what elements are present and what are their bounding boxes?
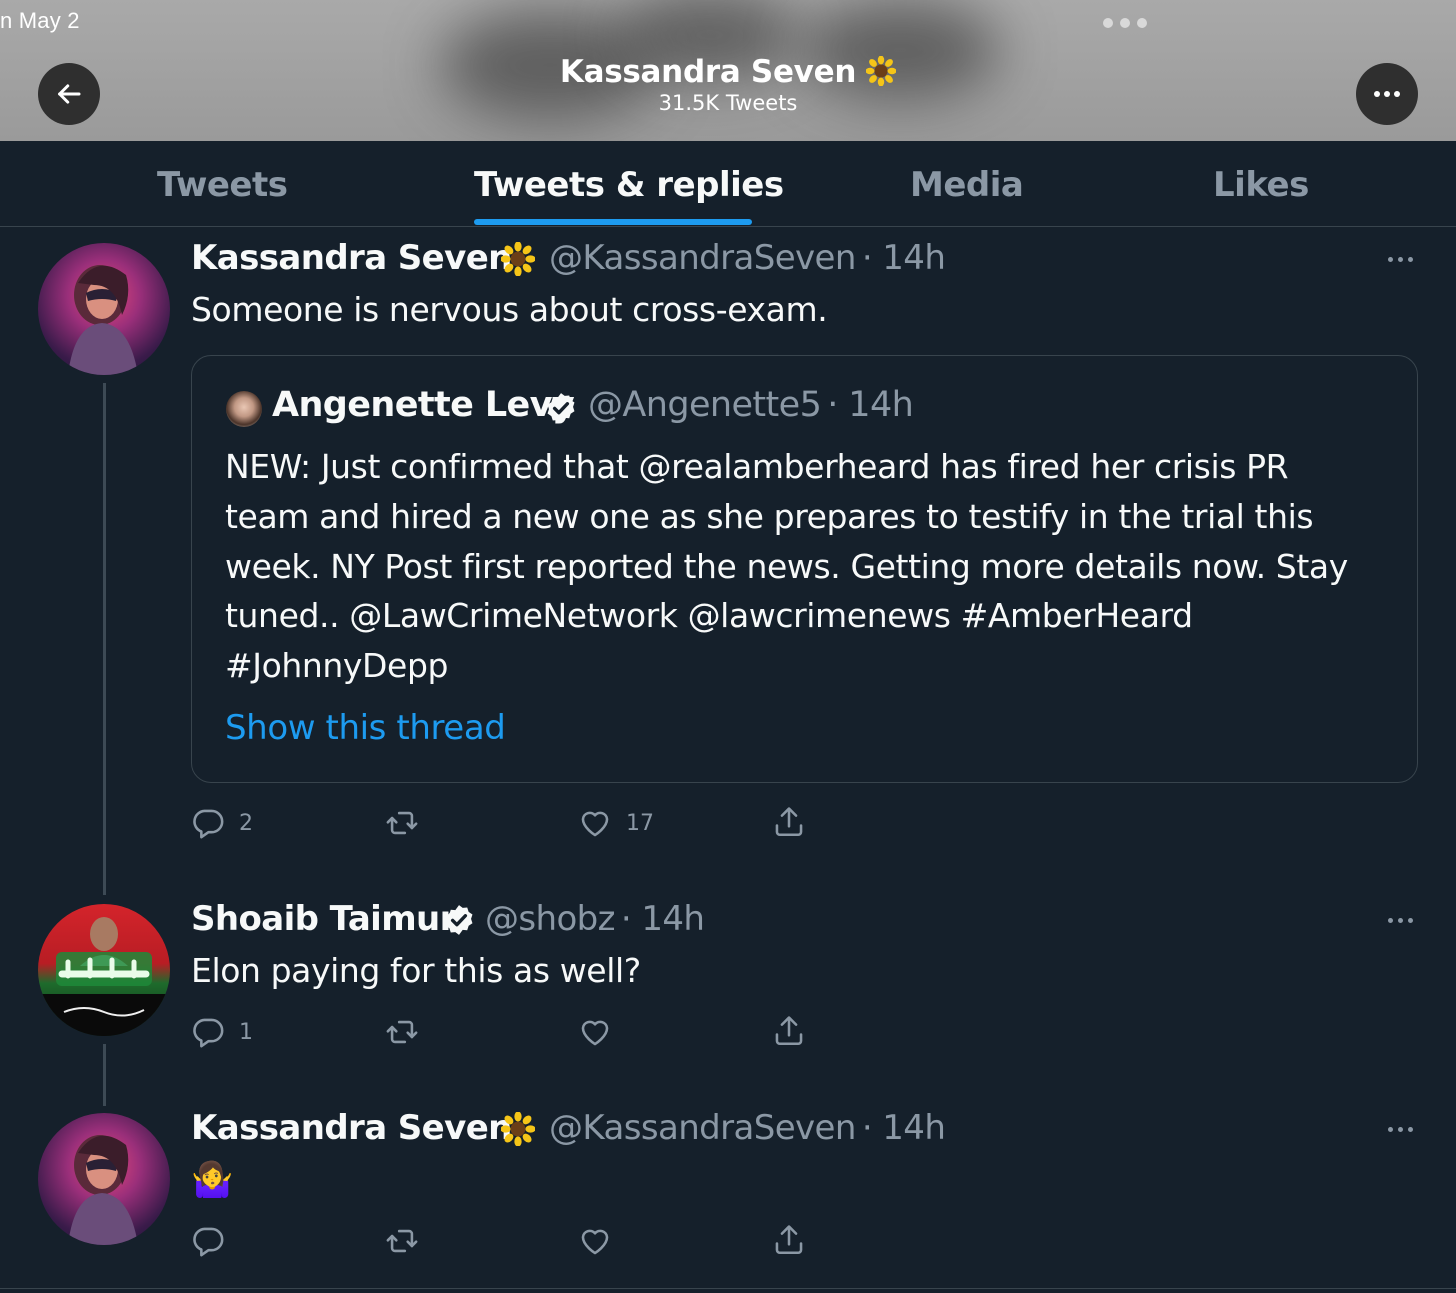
like-button[interactable]: 17 [578,806,654,840]
reply-icon [191,1015,225,1049]
avatar-illustration [68,1135,138,1245]
avatar[interactable] [38,1113,170,1245]
share-icon [772,1223,806,1257]
status-bar-date: n May 2 [0,8,80,33]
tweet-text: Someone is nervous about cross-exam. [191,290,828,329]
tab-likes[interactable]: Likes [1213,165,1309,205]
quote-text-line: week. NY Post first reported the news. G… [225,547,1348,586]
author-handle[interactable]: @KassandraSeven · 14h [549,1108,946,1148]
profile-header: n May 2 Kassandra Seven 31.5K Tweets [0,0,1456,141]
reply-button[interactable] [191,1224,225,1258]
quote-author-name: Angenette Levy [272,385,575,425]
share-icon [772,805,806,839]
retweet-button[interactable] [384,1224,420,1258]
profile-title: Kassandra Seven [0,54,1456,90]
author-name[interactable]: Kassandra Seven [191,238,512,278]
verified-badge-icon [442,903,476,937]
reply-button[interactable]: 1 [191,1015,253,1049]
more-options-button[interactable] [1356,63,1418,125]
share-icon [772,1014,806,1048]
share-button[interactable] [772,1223,806,1257]
handle-text: @shobz [485,899,616,939]
verified-badge-icon [544,391,578,425]
author-name[interactable]: Kassandra Seven [191,1108,512,1148]
heart-icon [578,1224,612,1258]
retweet-button[interactable] [384,1015,420,1049]
sunflower-icon [501,1112,535,1146]
tweet-time: · 14h [861,238,946,278]
show-thread-link[interactable]: Show this thread [225,708,506,748]
reply-count: 1 [239,1019,253,1045]
handle-text: @KassandraSeven [549,1108,856,1148]
avatar-illustration [38,917,170,1036]
like-button[interactable] [578,1015,612,1049]
quote-text-line: NEW: Just confirmed that @realamberheard… [225,447,1289,486]
heart-icon [578,806,612,840]
sunflower-icon [866,56,896,86]
author-handle[interactable]: @KassandraSeven · 14h [549,238,946,278]
quote-handle-text: @Angenette5 [588,385,822,425]
quote-text-line: tuned.. @LawCrimeNetwork @lawcrimenews #… [225,596,1193,635]
avatar[interactable] [38,904,170,1036]
tweet-count: 31.5K Tweets [658,91,798,115]
reply-count: 2 [239,810,253,836]
tweet-time: · 14h [620,899,705,939]
like-button[interactable] [578,1224,612,1258]
reply-button[interactable]: 2 [191,806,253,840]
reply-icon [191,806,225,840]
profile-tabs: Tweets Tweets & replies Media Likes [0,141,1456,227]
tweet-time: · 14h [861,1108,946,1148]
quote-time: · 14h [827,385,914,425]
retweet-button[interactable] [384,806,420,840]
active-tab-indicator [474,219,752,225]
like-count: 17 [626,810,654,836]
tab-tweets-and-replies[interactable]: Tweets & replies [474,165,784,205]
quoted-tweet[interactable]: Angenette Levy @Angenette5 · 14h NEW: Jus… [191,355,1418,783]
share-button[interactable] [772,805,806,839]
tweet-more-icon[interactable] [1388,257,1413,262]
quote-author-handle: @Angenette5 · 14h [588,385,914,425]
quote-text-line: #JohnnyDepp [225,646,449,685]
quote-avatar [226,391,262,427]
thread-connector [103,1044,106,1106]
tweet-text: 🤷‍♀️ [191,1160,233,1200]
tab-tweets[interactable]: Tweets [157,165,288,205]
tweet-text: Elon paying for this as well? [191,951,641,990]
author-handle[interactable]: @shobz · 14h [485,899,705,939]
retweet-icon [384,1224,420,1258]
retweet-icon [384,806,420,840]
avatar[interactable] [38,243,170,375]
avatar-illustration [68,265,138,375]
tweet-more-icon[interactable] [1388,918,1413,923]
profile-name: Kassandra Seven [559,54,857,90]
author-name[interactable]: Shoaib Taimur [191,899,456,939]
retweet-icon [384,1015,420,1049]
divider [0,1288,1456,1289]
sunflower-icon [501,242,535,276]
reply-icon [191,1224,225,1258]
thread-connector [103,383,106,895]
heart-icon [578,1015,612,1049]
share-button[interactable] [772,1014,806,1048]
multitasking-dots-icon[interactable] [1103,18,1147,28]
tab-media[interactable]: Media [910,165,1024,205]
quote-text-line: team and hired a new one as she prepares… [225,497,1314,536]
ellipsis-icon [1374,91,1400,97]
tweet-more-icon[interactable] [1388,1127,1413,1132]
handle-text: @KassandraSeven [549,238,856,278]
